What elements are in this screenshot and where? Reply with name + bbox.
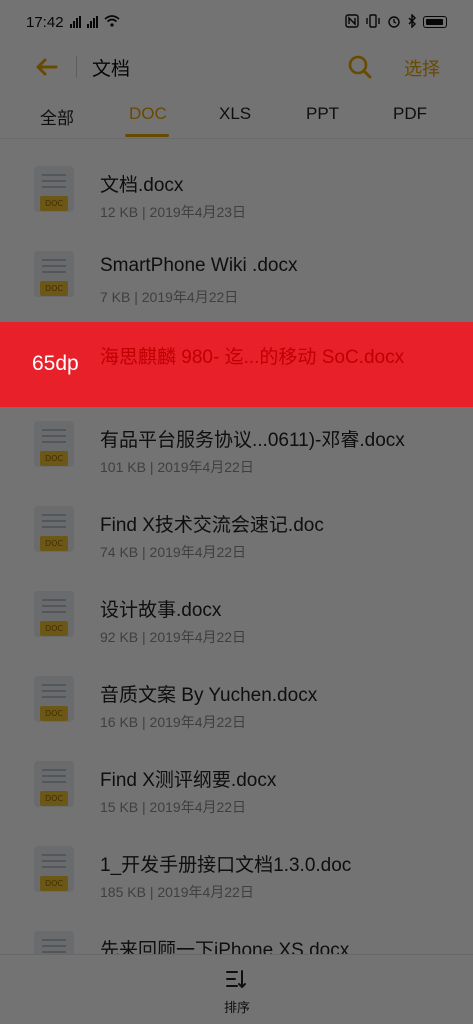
file-meta: 16 KB | 2019年4月22日 bbox=[100, 714, 247, 730]
file-name: 文档.docx bbox=[100, 175, 184, 196]
doc-badge: DOC bbox=[40, 196, 68, 211]
status-left: 17:42 bbox=[26, 14, 120, 31]
tab-pdf[interactable]: PDF bbox=[393, 104, 427, 124]
doc-file-icon: DOC bbox=[32, 421, 78, 473]
tab-all[interactable]: 全部 bbox=[40, 104, 74, 129]
tab-doc[interactable]: DOC bbox=[129, 104, 167, 124]
doc-file-icon: DOC bbox=[32, 166, 78, 218]
nfc-icon bbox=[345, 13, 359, 31]
status-bar: 17:42 bbox=[0, 0, 473, 44]
back-arrow-icon[interactable] bbox=[32, 54, 60, 80]
sort-label[interactable]: 排序 bbox=[220, 997, 254, 1016]
tabs-divider bbox=[0, 138, 473, 139]
file-name: 设计故事.docx bbox=[100, 600, 222, 621]
tab-xls[interactable]: XLS bbox=[219, 104, 251, 124]
doc-file-icon: DOC bbox=[32, 251, 78, 303]
doc-badge: DOC bbox=[40, 791, 68, 806]
alarm-icon bbox=[387, 14, 401, 31]
file-meta: 74 KB | 2019年4月22日 bbox=[100, 544, 247, 560]
doc-badge: DOC bbox=[40, 536, 68, 551]
tab-ppt[interactable]: PPT bbox=[306, 104, 339, 124]
file-item[interactable]: DOC 1_开发手册接口文档1.3.0.doc 185 KB | 2019年4月… bbox=[0, 820, 473, 905]
cellular-signal-icon bbox=[69, 16, 81, 28]
bottom-toolbar: 排序 bbox=[0, 954, 473, 1024]
header-divider bbox=[76, 56, 77, 78]
file-manager-screen: 17:42 文档 选择 全部 DOC XLS PPT PDF DOC 文档.do… bbox=[0, 0, 473, 1024]
doc-badge: DOC bbox=[40, 621, 68, 636]
highlighted-file-name: 海思麒麟 980- 迄...的移动 SoC.docx bbox=[100, 347, 405, 368]
doc-file-icon: DOC bbox=[32, 591, 78, 643]
cellular-signal-2-icon bbox=[86, 16, 98, 28]
select-button[interactable]: 选择 bbox=[404, 55, 440, 81]
file-item[interactable]: DOC 有品平台服务协议...0611)-邓睿.docx 101 KB | 20… bbox=[0, 395, 473, 480]
page-title: 文档 bbox=[92, 59, 131, 80]
file-type-tabs: 全部 DOC XLS PPT PDF bbox=[0, 90, 473, 138]
file-name: 音质文案 By Yuchen.docx bbox=[100, 685, 318, 706]
file-name: 1_开发手册接口文档1.3.0.doc bbox=[100, 855, 352, 876]
measurement-label: 65dp bbox=[32, 352, 79, 375]
doc-file-icon: DOC bbox=[32, 506, 78, 558]
file-meta: 12 KB | 2019年4月23日 bbox=[100, 204, 247, 220]
app-header: 文档 选择 bbox=[0, 44, 473, 90]
file-item[interactable]: DOC Find X技术交流会速记.doc 74 KB | 2019年4月22日 bbox=[0, 480, 473, 565]
file-item[interactable]: DOC 音质文案 By Yuchen.docx 16 KB | 2019年4月2… bbox=[0, 650, 473, 735]
status-right bbox=[345, 12, 447, 31]
file-meta: 7 KB | 2019年4月22日 bbox=[100, 289, 239, 305]
file-item[interactable]: DOC 文档.docx 12 KB | 2019年4月23日 bbox=[0, 140, 473, 225]
battery-icon bbox=[423, 16, 447, 28]
file-name: 有品平台服务协议...0611)-邓睿.docx bbox=[100, 430, 405, 451]
file-meta: 15 KB | 2019年4月22日 bbox=[100, 799, 247, 815]
doc-badge: DOC bbox=[40, 706, 68, 721]
file-meta: 92 KB | 2019年4月22日 bbox=[100, 629, 247, 645]
bluetooth-icon bbox=[407, 12, 417, 31]
wifi-icon bbox=[104, 14, 120, 30]
active-tab-indicator bbox=[125, 134, 169, 137]
doc-badge: DOC bbox=[40, 451, 68, 466]
file-meta: 101 KB | 2019年4月22日 bbox=[100, 459, 254, 475]
vibrate-icon bbox=[365, 13, 381, 31]
doc-file-icon: DOC bbox=[32, 761, 78, 813]
file-item[interactable]: DOC Find X测评纲要.docx 15 KB | 2019年4月22日 bbox=[0, 735, 473, 820]
doc-badge: DOC bbox=[40, 876, 68, 891]
file-meta: 185 KB | 2019年4月22日 bbox=[100, 884, 254, 900]
sort-icon[interactable] bbox=[224, 967, 248, 991]
file-item[interactable]: DOC 设计故事.docx 92 KB | 2019年4月22日 bbox=[0, 565, 473, 650]
doc-file-icon: DOC bbox=[32, 846, 78, 898]
search-icon[interactable] bbox=[346, 53, 374, 81]
file-name: Find X技术交流会速记.doc bbox=[100, 515, 324, 536]
measurement-highlight: 海思麒麟 980- 迄...的移动 SoC.docx 65dp bbox=[0, 322, 473, 407]
file-item[interactable]: DOC SmartPhone Wiki .docx 7 KB | 2019年4月… bbox=[0, 225, 473, 310]
doc-badge: DOC bbox=[40, 281, 68, 296]
file-name: SmartPhone Wiki .docx bbox=[100, 255, 298, 276]
file-name: Find X测评纲要.docx bbox=[100, 770, 277, 791]
doc-file-icon: DOC bbox=[32, 676, 78, 728]
clock: 17:42 bbox=[26, 13, 64, 31]
